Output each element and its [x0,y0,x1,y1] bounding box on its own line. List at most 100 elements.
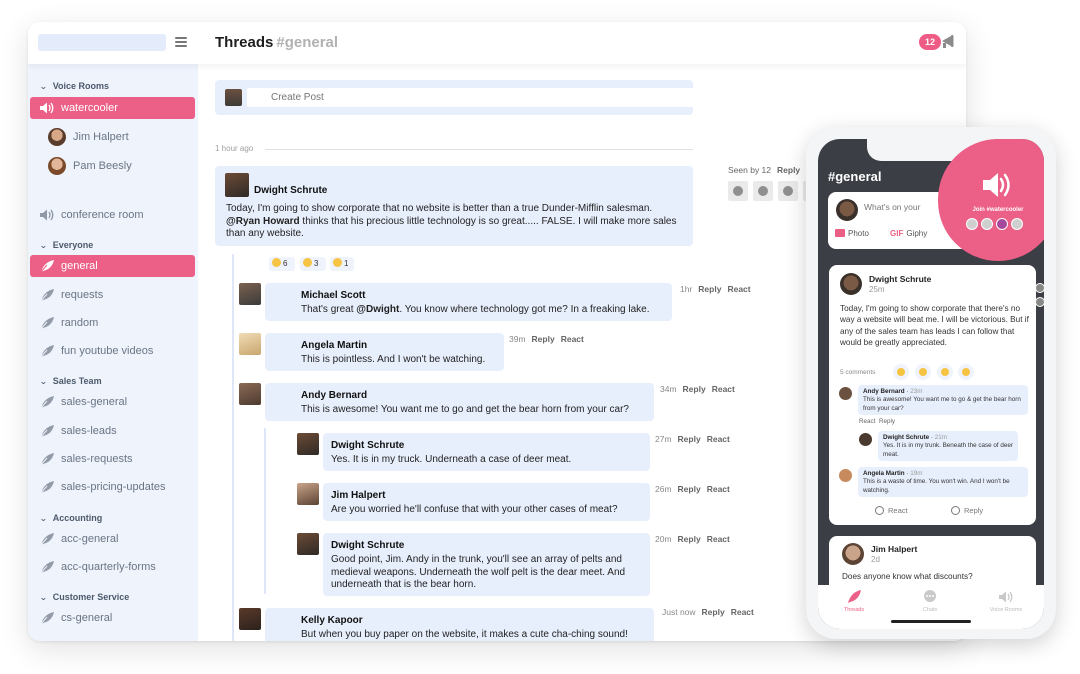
sidebar-item-requests[interactable]: requests [30,284,195,306]
sidebar-section-accounting[interactable]: ⌄ Accounting [39,513,102,523]
speaker-icon [40,102,54,114]
reply-author: Kelly Kapoor [301,615,363,626]
tab-threads[interactable]: Threads [824,589,884,613]
sidebar-section-customer-service[interactable]: ⌄ Customer Service [39,592,129,602]
sidebar-item-sales-requests[interactable]: sales-requests [30,448,195,470]
reaction-chip[interactable]: 6 [269,257,295,271]
chevron-down-icon: ⌄ [39,241,48,250]
hamburger-menu-icon[interactable] [175,35,187,49]
seen-by-label: Seen by 12 [728,165,772,175]
sidebar-item-acc-general[interactable]: acc-general [30,528,195,550]
reaction-chip[interactable]: 1 [330,257,354,271]
reply-bubble: Kelly Kapoor But when you buy paper on t… [265,608,654,641]
react-button[interactable]: React [727,284,750,294]
join-voice-room-button[interactable]: Join #watercooler [938,139,1044,261]
sidebar-item-label: fun youtube videos [61,345,154,357]
sidebar-item-cs-reports[interactable]: cs-reports [30,636,195,641]
phone-react-button[interactable]: React [875,506,908,515]
sidebar-section-sales-team[interactable]: ⌄ Sales Team [39,376,101,386]
giphy-button[interactable]: GIF Giphy [890,229,927,238]
react-button[interactable]: React [707,534,730,544]
reply-meta: 39m Reply React [509,334,584,344]
sidebar-item-watercooler[interactable]: watercooler [30,97,195,119]
tab-chats[interactable]: Chats [900,589,960,613]
sidebar-section-everyone[interactable]: ⌄ Everyone [39,240,93,250]
nested-thread-line [264,428,266,594]
feather-icon [848,590,861,603]
create-post-input[interactable] [247,88,698,107]
sidebar-item-general[interactable]: general [30,255,195,277]
mention-link[interactable]: @Ryan Howard [226,216,300,227]
phone-composer-input[interactable]: What's on your [864,202,920,212]
phone-comment: Dwight Schrute · 21m Yes. It is in my tr… [878,431,1018,461]
avatar [778,181,798,201]
react-button[interactable]: React [859,418,875,425]
chevron-down-icon: ⌄ [39,82,48,91]
phone-post-text: Does anyone know what discounts? [842,572,973,581]
phone-post-time: 2d [871,555,880,564]
reply-meta: Just now Reply React [662,607,754,617]
react-button[interactable]: React [712,384,735,394]
sidebar-item-cs-general[interactable]: cs-general [30,607,195,629]
phone-post-author: Jim Halpert [871,544,918,554]
sidebar-item-label: acc-general [61,533,119,545]
page-title: Threads #general [215,34,338,51]
reply-button[interactable]: Reply [698,284,721,294]
reply-button[interactable]: Reply [702,607,725,617]
reply-bubble: Angela Martin This is pointless. And I w… [265,333,504,371]
sidebar-item-conference-room[interactable]: conference room [30,204,195,226]
sidebar-item-sales-leads[interactable]: sales-leads [30,420,195,442]
reply-button[interactable]: Reply [683,384,706,394]
tab-voice-rooms[interactable]: Voice Rooms [976,589,1036,613]
react-button[interactable]: React [707,484,730,494]
smile-icon[interactable] [958,364,974,380]
phone-channel-title: #general [828,169,882,184]
mention-link[interactable]: @Dwight [356,304,399,315]
reply-button[interactable]: Reply [678,534,701,544]
notification-count-badge[interactable]: 12 [919,34,941,50]
reply-button[interactable]: Reply [678,434,701,444]
feather-icon [39,453,54,466]
feather-icon [39,481,54,494]
avatar [225,173,249,197]
reply-button[interactable]: Reply [777,165,800,175]
reply-author: Dwight Schrute [331,540,405,551]
react-button[interactable]: React [707,434,730,444]
avatar [1011,218,1023,230]
reaction-chip[interactable]: 3 [300,257,326,271]
sidebar-item-sales-pricing-updates[interactable]: sales-pricing-updates [30,476,195,498]
megaphone-icon[interactable] [940,32,956,50]
sidebar-section-voice-rooms[interactable]: ⌄ Voice Rooms [39,81,109,91]
reply-text: Yes. It is in my truck. Underneath a cas… [331,454,572,465]
reply-meta: 1hr Reply React [680,284,751,294]
party-icon[interactable] [915,364,931,380]
phone-reply-button[interactable]: Reply [951,506,983,515]
avatar [239,608,261,630]
sidebar-item-random[interactable]: random [30,312,195,334]
wave-icon[interactable] [893,364,909,380]
reply-button[interactable]: Reply [678,484,701,494]
grin-icon[interactable] [937,364,953,380]
sidebar-item-sales-general[interactable]: sales-general [30,391,195,413]
comments-count[interactable]: 5 comments [840,369,875,376]
sidebar-item-acc-quarterly-forms[interactable]: acc-quarterly-forms [30,556,195,578]
reply-button[interactable]: Reply [879,418,895,425]
sidebar-item-fun-youtube-videos[interactable]: fun youtube videos [30,340,195,362]
top-bar: Threads #general 12 [28,22,966,64]
chat-bubble-icon [951,506,960,515]
reply-author: Angela Martin [301,340,368,351]
react-button[interactable]: React [731,607,754,617]
reply-button[interactable]: Reply [532,334,555,344]
photo-button[interactable]: Photo [835,229,869,238]
sidebar-search-input[interactable] [38,34,166,51]
react-button[interactable]: React [561,334,584,344]
sidebar-item-label: acc-quarterly-forms [61,561,156,573]
reply-author: Jim Halpert [331,490,386,501]
feather-icon [39,345,54,358]
channel-title: #general [276,34,339,51]
feather-icon [39,260,54,273]
sidebar-item-label: conference room [61,209,144,221]
reply-meta: 27m Reply React [655,434,730,444]
phone-comment-actions: React Reply [859,418,895,425]
feather-icon [39,533,54,546]
